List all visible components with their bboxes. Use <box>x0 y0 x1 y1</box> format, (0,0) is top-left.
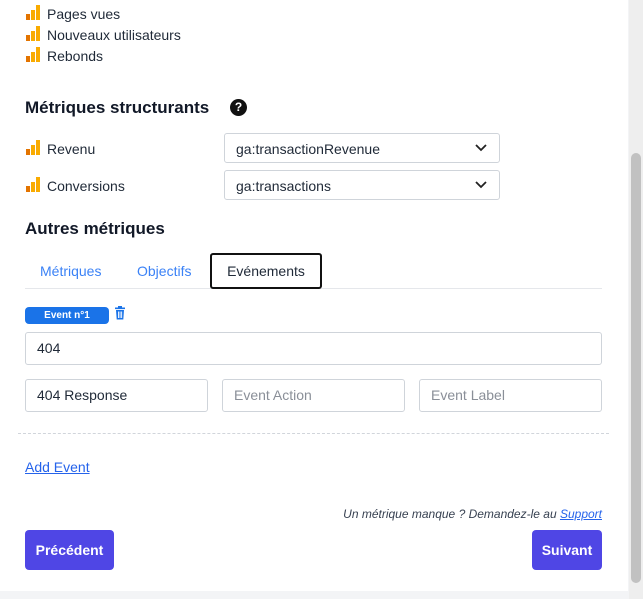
revenu-select[interactable]: ga:transactionRevenue <box>224 133 500 163</box>
event-action-input[interactable]: Event Action <box>222 379 405 412</box>
support-link[interactable]: Support <box>560 507 602 521</box>
trash-icon[interactable] <box>114 306 126 320</box>
metric-label: Rebonds <box>47 48 104 64</box>
tab-metriques[interactable]: Métriques <box>40 263 101 279</box>
metric-label: Revenu <box>47 141 96 157</box>
missing-metric-text: Un métrique manque ? Demandez-le au <box>343 507 560 521</box>
select-value: ga:transactionRevenue <box>236 141 380 157</box>
structuring-metrics-title: Métriques structurants <box>25 98 210 117</box>
previous-button[interactable]: Précédent <box>25 530 114 570</box>
google-analytics-icon <box>25 26 40 41</box>
tab-objectifs[interactable]: Objectifs <box>137 263 191 279</box>
next-button[interactable]: Suivant <box>532 530 602 570</box>
metric-label: Conversions <box>47 178 125 194</box>
chevron-down-icon <box>475 144 487 152</box>
event-number-badge: Event n°1 <box>25 307 109 324</box>
scrollbar-thumb[interactable] <box>631 153 641 583</box>
event-category-input[interactable]: 404 Response <box>25 379 208 412</box>
select-value: ga:transactions <box>236 178 331 194</box>
section-divider <box>18 433 609 434</box>
tab-evenements[interactable]: Evénements <box>210 253 322 289</box>
google-analytics-icon <box>25 5 40 20</box>
question-circle-icon[interactable]: ? <box>230 99 247 116</box>
missing-metric-notice: Un métrique manque ? Demandez-le au Supp… <box>200 507 602 521</box>
wizard-card: Pages vues Nouveaux utilisateurs Rebonds… <box>0 0 628 591</box>
add-event-link[interactable]: Add Event <box>25 459 90 475</box>
google-analytics-icon <box>25 47 40 62</box>
event-name-input[interactable]: 404 <box>25 332 602 365</box>
metric-label: Nouveaux utilisateurs <box>47 27 181 43</box>
google-analytics-icon <box>25 177 40 192</box>
google-analytics-icon <box>25 140 40 155</box>
conversions-select[interactable]: ga:transactions <box>224 170 500 200</box>
chevron-down-icon <box>475 181 487 189</box>
event-label-input[interactable]: Event Label <box>419 379 602 412</box>
other-metrics-title: Autres métriques <box>25 219 165 238</box>
metric-label: Pages vues <box>47 6 121 22</box>
